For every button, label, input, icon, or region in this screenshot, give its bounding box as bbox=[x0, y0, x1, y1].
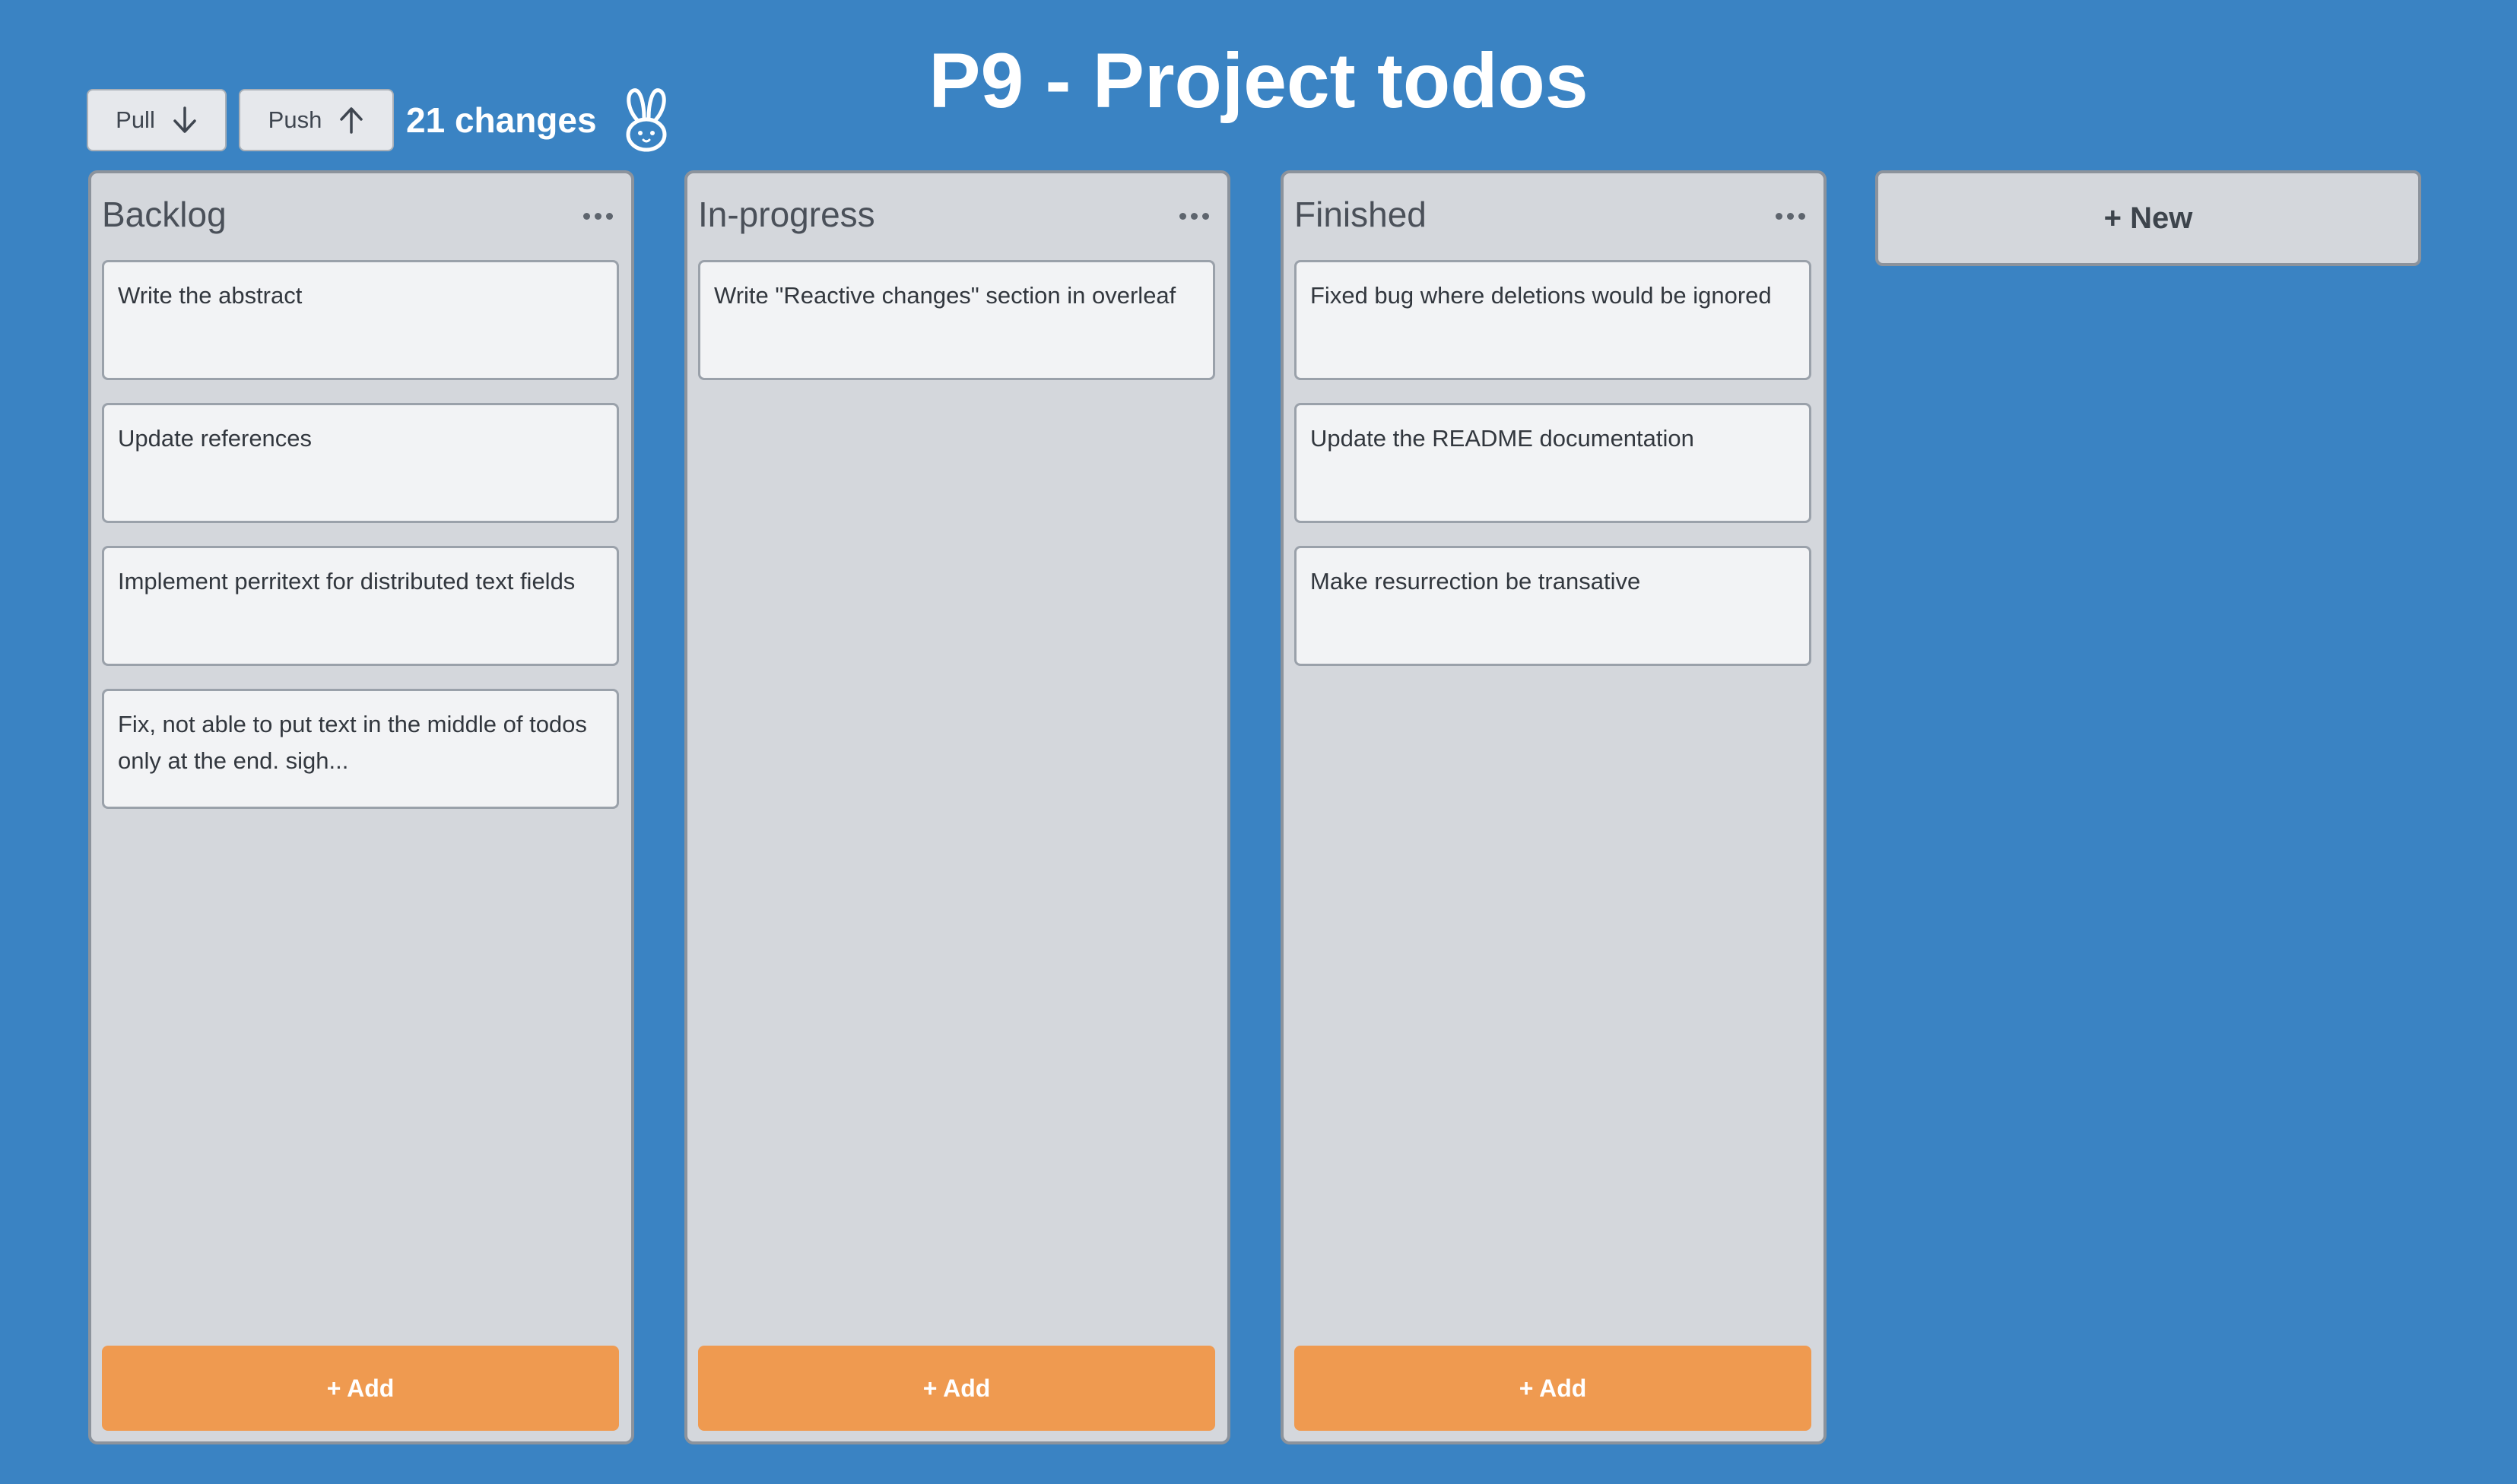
push-button[interactable]: Push bbox=[239, 89, 394, 151]
card-list: Write the abstract Update references Imp… bbox=[102, 260, 619, 832]
add-card-button[interactable]: + Add bbox=[1294, 1346, 1811, 1431]
column-in-progress: In-progress Write "Reactive changes" sec… bbox=[684, 170, 1230, 1444]
sync-toolbar: Pull Push 21 changes bbox=[87, 88, 671, 152]
more-horizontal-icon[interactable] bbox=[583, 213, 613, 220]
new-column-button[interactable]: + New bbox=[1875, 170, 2421, 266]
column-title: In-progress bbox=[698, 195, 875, 234]
push-label: Push bbox=[268, 106, 322, 133]
todo-card[interactable]: Update the README documentation bbox=[1294, 403, 1811, 523]
rabbit-icon bbox=[621, 87, 671, 153]
column-title: Backlog bbox=[102, 195, 227, 234]
more-horizontal-icon[interactable] bbox=[1776, 213, 1805, 220]
add-card-button[interactable]: + Add bbox=[698, 1346, 1215, 1431]
add-card-button[interactable]: + Add bbox=[102, 1346, 619, 1431]
card-list: Fixed bug where deletions would be ignor… bbox=[1294, 260, 1811, 689]
todo-card[interactable]: Update references bbox=[102, 403, 619, 523]
more-horizontal-icon[interactable] bbox=[1179, 213, 1209, 220]
column-header: Backlog bbox=[102, 192, 621, 237]
card-list: Write "Reactive changes" section in over… bbox=[698, 260, 1215, 403]
pull-label: Pull bbox=[116, 106, 155, 133]
column-finished: Finished Fixed bug where deletions would… bbox=[1281, 170, 1827, 1444]
todo-card[interactable]: Write the abstract bbox=[102, 260, 619, 380]
arrow-down-icon bbox=[172, 106, 198, 135]
column-title: Finished bbox=[1294, 195, 1427, 234]
pull-button[interactable]: Pull bbox=[87, 89, 227, 151]
column-header: In-progress bbox=[698, 192, 1217, 237]
column-backlog: Backlog Write the abstract Update refere… bbox=[88, 170, 634, 1444]
todo-card[interactable]: Make resurrection be transative bbox=[1294, 546, 1811, 666]
todo-card[interactable]: Implement perritext for distributed text… bbox=[102, 546, 619, 666]
changes-count: 21 changes bbox=[406, 100, 597, 140]
arrow-up-icon bbox=[338, 106, 364, 135]
todo-card[interactable]: Write "Reactive changes" section in over… bbox=[698, 260, 1215, 380]
column-header: Finished bbox=[1294, 192, 1813, 237]
todo-card[interactable]: Fix, not able to put text in the middle … bbox=[102, 689, 619, 809]
todo-card[interactable]: Fixed bug where deletions would be ignor… bbox=[1294, 260, 1811, 380]
